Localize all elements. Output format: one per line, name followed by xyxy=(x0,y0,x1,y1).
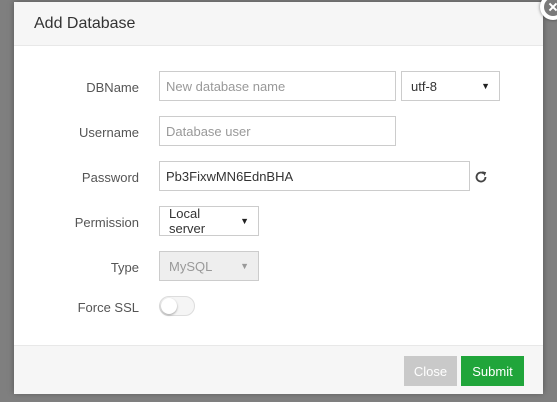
chevron-down-icon: ▼ xyxy=(481,81,490,91)
add-database-dialog: Add Database DBName utf-8 ▼ Username Pas… xyxy=(14,0,557,394)
submit-button[interactable]: Submit xyxy=(461,356,524,386)
dialog-footer: Close Submit xyxy=(14,345,543,394)
dbname-label: DBName xyxy=(86,80,139,95)
username-input[interactable] xyxy=(159,116,396,146)
charset-select[interactable]: utf-8 ▼ xyxy=(401,71,500,101)
type-value: MySQL xyxy=(169,258,213,274)
password-label: Password xyxy=(81,170,139,185)
force-ssl-label: Force SSL xyxy=(77,300,139,315)
dialog-header: Add Database xyxy=(14,2,543,46)
permission-select[interactable]: Local server ▼ xyxy=(159,206,259,236)
password-input[interactable] xyxy=(159,161,470,191)
username-label: Username xyxy=(79,125,139,140)
dbname-input[interactable] xyxy=(159,71,396,101)
refresh-icon[interactable] xyxy=(473,169,489,185)
force-ssl-toggle[interactable] xyxy=(159,296,195,316)
permission-label: Permission xyxy=(74,215,139,230)
close-button[interactable]: Close xyxy=(404,356,457,386)
dialog-title: Add Database xyxy=(34,15,136,32)
charset-value: utf-8 xyxy=(411,78,438,94)
type-select: MySQL ▼ xyxy=(159,251,259,281)
chevron-down-icon: ▼ xyxy=(240,261,249,271)
toggle-knob xyxy=(161,298,177,314)
permission-value: Local server xyxy=(169,206,206,236)
type-label: Type xyxy=(110,260,139,275)
chevron-down-icon: ▼ xyxy=(240,216,249,226)
